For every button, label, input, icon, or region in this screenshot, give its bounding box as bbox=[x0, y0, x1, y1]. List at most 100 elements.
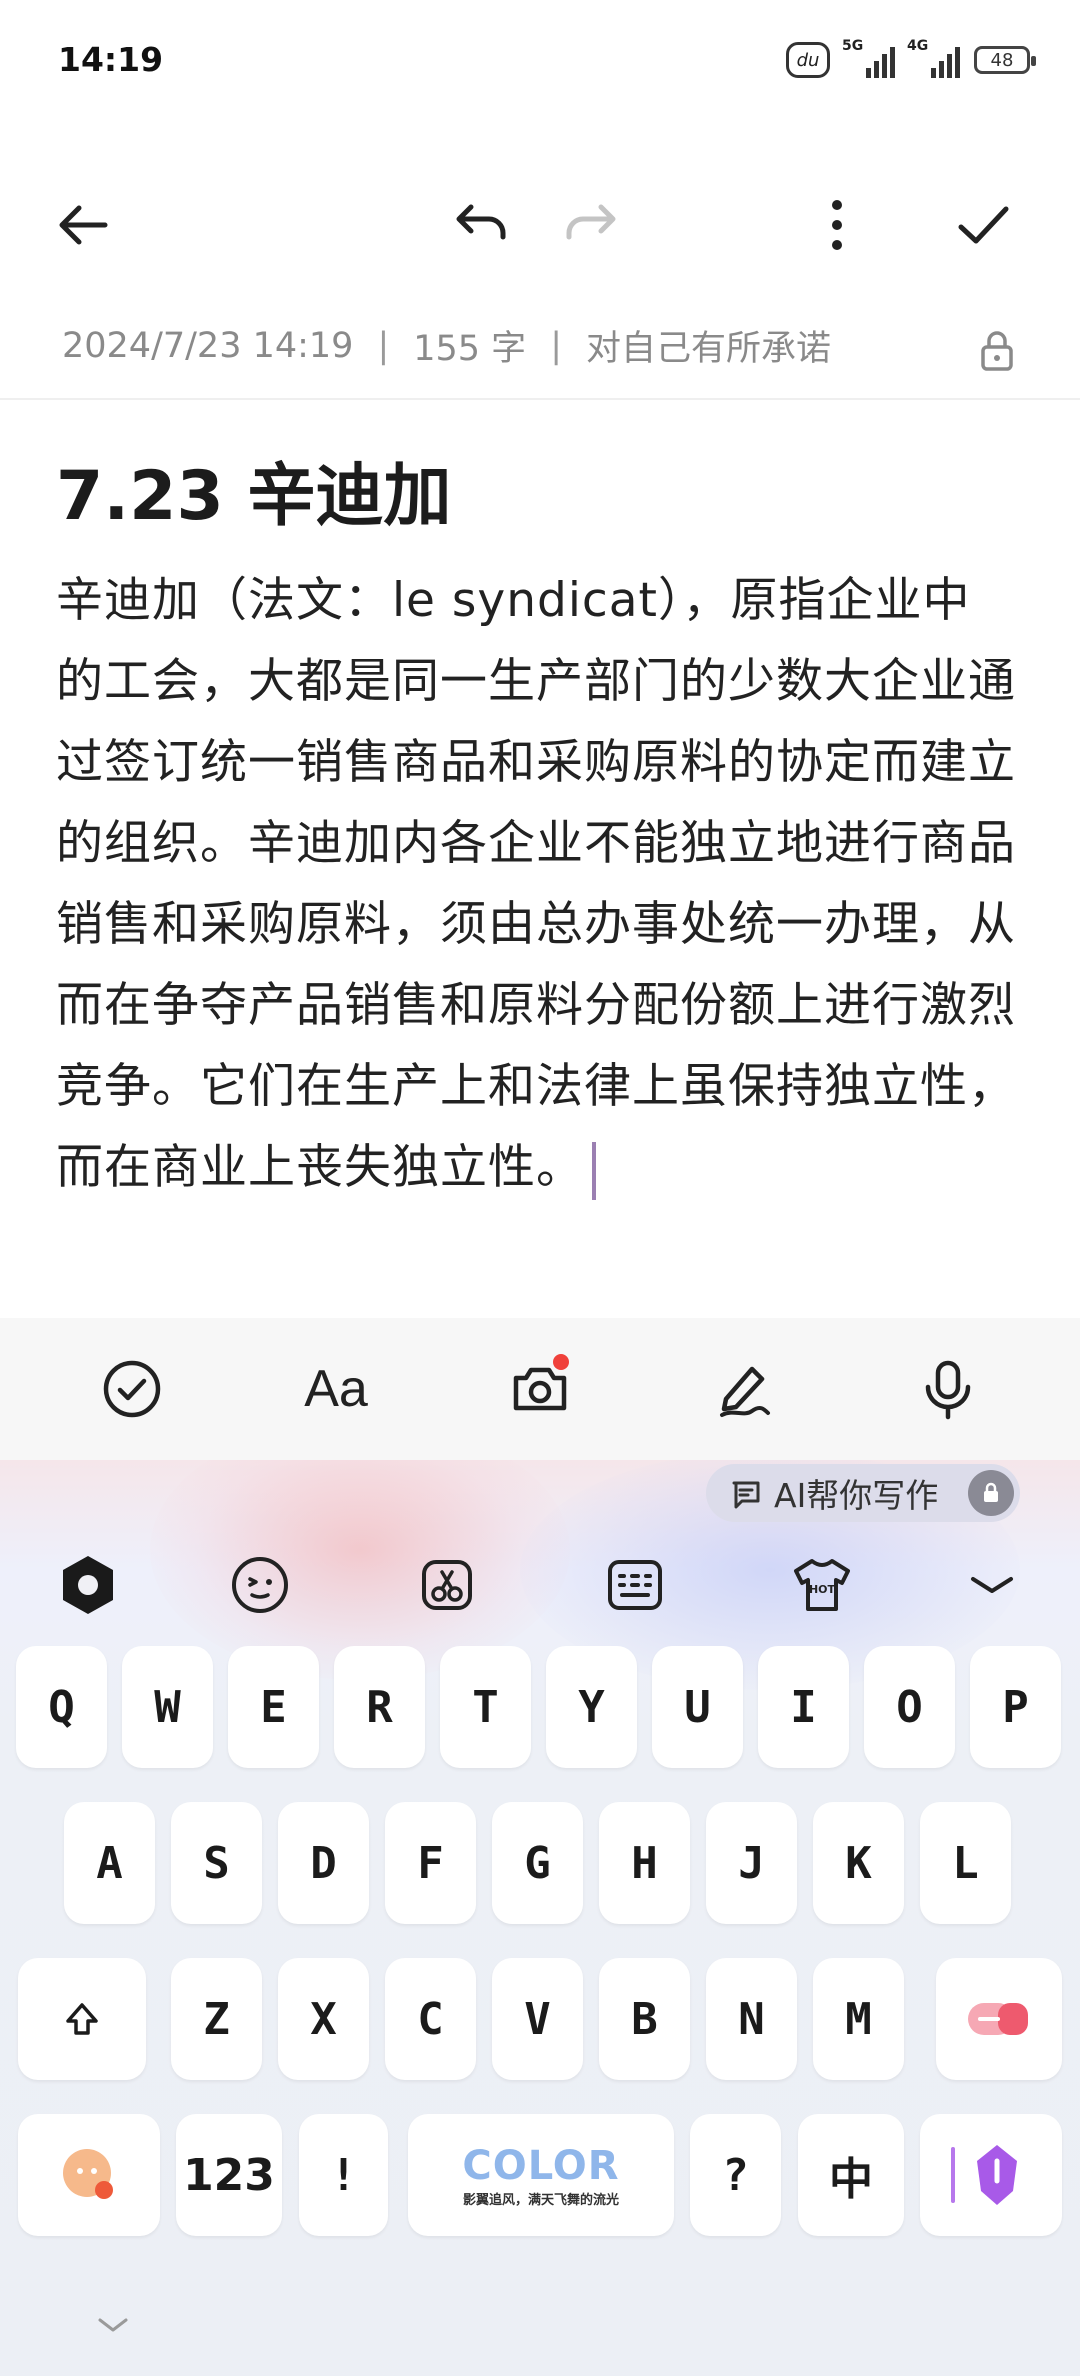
redo-icon bbox=[566, 204, 616, 240]
key-g[interactable]: G bbox=[492, 1802, 583, 1924]
key-x[interactable]: X bbox=[278, 1958, 369, 2080]
emoji-button[interactable] bbox=[225, 1550, 295, 1620]
status-bar: 14:19 du 5G 4G 48 bbox=[0, 0, 1080, 120]
key-l[interactable]: L bbox=[920, 1802, 1011, 1924]
keyboard-toolbar: HOT bbox=[0, 1530, 1080, 1640]
delete-key[interactable] bbox=[936, 1958, 1062, 2080]
note-body-text: 辛迪加（法文：le syndicat），原指企业中的工会，大都是同一生产部门的少… bbox=[56, 573, 1016, 1195]
note-body-editor[interactable]: 辛迪加（法文：le syndicat），原指企业中的工会，大都是同一生产部门的少… bbox=[56, 560, 1016, 1208]
gem-enter-icon bbox=[951, 2145, 1017, 2205]
collapse-keyboard-button[interactable] bbox=[957, 1550, 1027, 1620]
key-k[interactable]: K bbox=[813, 1802, 904, 1924]
key-z[interactable]: Z bbox=[171, 1958, 262, 2080]
note-datetime: 2024/7/23 14:19 bbox=[62, 325, 354, 366]
language-switch-label: 中 bbox=[829, 2154, 873, 2205]
key-y[interactable]: Y bbox=[546, 1646, 637, 1768]
ai-writing-button[interactable]: AI帮你写作 bbox=[706, 1464, 1020, 1522]
hot-skin-button[interactable]: HOT bbox=[787, 1550, 857, 1620]
key-q[interactable]: Q bbox=[16, 1646, 107, 1768]
key-e[interactable]: E bbox=[228, 1646, 319, 1768]
chevron-down-icon bbox=[98, 2318, 128, 2332]
redo-button[interactable] bbox=[546, 180, 636, 270]
network-5g-label: 5G bbox=[842, 38, 864, 54]
edit-tools-bar: Aa bbox=[0, 1318, 1080, 1460]
checklist-button[interactable] bbox=[87, 1344, 177, 1434]
language-switch-key[interactable]: 中 bbox=[798, 2114, 904, 2236]
key-i[interactable]: I bbox=[758, 1646, 849, 1768]
space-key-label: COLOR bbox=[462, 2142, 620, 2189]
key-o[interactable]: O bbox=[864, 1646, 955, 1768]
more-vertical-icon bbox=[832, 200, 842, 250]
ai-writing-label: AI帮你写作 bbox=[774, 1476, 939, 1515]
clipboard-scissors-icon bbox=[422, 1560, 472, 1610]
collapse-icon bbox=[971, 1577, 1013, 1593]
number-key-label: 123 bbox=[183, 2149, 275, 2201]
number-key[interactable]: 123 bbox=[176, 2114, 282, 2236]
ai-write-icon bbox=[732, 1481, 760, 1509]
key-t[interactable]: T bbox=[440, 1646, 531, 1768]
key-f[interactable]: F bbox=[385, 1802, 476, 1924]
hexagon-logo-icon bbox=[63, 1556, 113, 1614]
signal-4g-icon: 4G bbox=[907, 38, 960, 78]
backspace-icon bbox=[968, 2003, 1028, 2035]
back-button[interactable] bbox=[38, 180, 128, 270]
hot-shirt-icon: HOT bbox=[794, 1559, 850, 1611]
enter-key[interactable] bbox=[920, 2114, 1062, 2236]
punct-key[interactable]: ! bbox=[299, 2114, 388, 2236]
text-format-button[interactable]: Aa bbox=[291, 1344, 381, 1434]
note-folder[interactable]: 对自己有所承诺 bbox=[586, 320, 831, 371]
keyboard-layout-button[interactable] bbox=[600, 1550, 670, 1620]
hot-label: HOT bbox=[809, 1583, 836, 1596]
shift-key[interactable] bbox=[18, 1958, 146, 2080]
new-badge-dot bbox=[553, 1354, 569, 1370]
key-c[interactable]: C bbox=[385, 1958, 476, 2080]
key-s[interactable]: S bbox=[171, 1802, 262, 1924]
meta-separator: | bbox=[550, 325, 562, 366]
checklist-icon bbox=[103, 1360, 161, 1418]
lock-button[interactable] bbox=[972, 326, 1022, 376]
more-button[interactable] bbox=[792, 180, 882, 270]
voice-input-button[interactable] bbox=[903, 1344, 993, 1434]
key-b[interactable]: B bbox=[599, 1958, 690, 2080]
shift-icon bbox=[66, 2003, 98, 2035]
app-badge-icon: du bbox=[786, 42, 830, 78]
handwriting-button[interactable] bbox=[699, 1344, 789, 1434]
key-h[interactable]: H bbox=[599, 1802, 690, 1924]
handwriting-icon bbox=[720, 1366, 770, 1417]
signal-5g-icon: 5G bbox=[842, 38, 895, 78]
key-p[interactable]: P bbox=[970, 1646, 1061, 1768]
key-v[interactable]: V bbox=[492, 1958, 583, 2080]
key-w[interactable]: W bbox=[122, 1646, 213, 1768]
arrow-left-icon bbox=[59, 205, 108, 245]
battery-level: 48 bbox=[990, 49, 1014, 71]
ime-logo-button[interactable] bbox=[53, 1550, 123, 1620]
emoji-icon bbox=[232, 1557, 288, 1613]
key-n[interactable]: N bbox=[706, 1958, 797, 2080]
key-m[interactable]: M bbox=[813, 1958, 904, 2080]
soft-keyboard: AI帮你写作 HOT Q W E R T Y U I O P A S D F G… bbox=[0, 1460, 1080, 2376]
key-r[interactable]: R bbox=[334, 1646, 425, 1768]
status-icons: du 5G 4G 48 bbox=[786, 36, 1036, 84]
text-cursor bbox=[592, 1141, 596, 1200]
emoji-face-key[interactable] bbox=[18, 2114, 160, 2236]
note-meta: 2024/7/23 14:19 | 155 字 | 对自己有所承诺 bbox=[62, 320, 831, 371]
space-key[interactable]: COLOR 影翼追风，满天飞舞的流光 bbox=[408, 2114, 674, 2236]
note-toolbar bbox=[0, 180, 1080, 270]
keyboard-hide-chevron[interactable] bbox=[96, 2316, 130, 2340]
done-button[interactable] bbox=[938, 180, 1028, 270]
microphone-icon bbox=[925, 1360, 971, 1420]
ai-lock-icon bbox=[968, 1470, 1014, 1516]
key-a[interactable]: A bbox=[64, 1802, 155, 1924]
key-u[interactable]: U bbox=[652, 1646, 743, 1768]
clipboard-button[interactable] bbox=[412, 1550, 482, 1620]
key-j[interactable]: J bbox=[706, 1802, 797, 1924]
status-time: 14:19 bbox=[58, 40, 164, 79]
undo-button[interactable] bbox=[436, 180, 526, 270]
note-title[interactable]: 7.23 辛迪加 bbox=[56, 440, 451, 539]
face-sticker-icon bbox=[63, 2149, 113, 2199]
network-4g-label: 4G bbox=[907, 38, 929, 54]
key-d[interactable]: D bbox=[278, 1802, 369, 1924]
camera-button[interactable] bbox=[495, 1344, 585, 1434]
question-key[interactable]: ? bbox=[690, 2114, 781, 2236]
word-count: 155 字 bbox=[413, 329, 527, 369]
